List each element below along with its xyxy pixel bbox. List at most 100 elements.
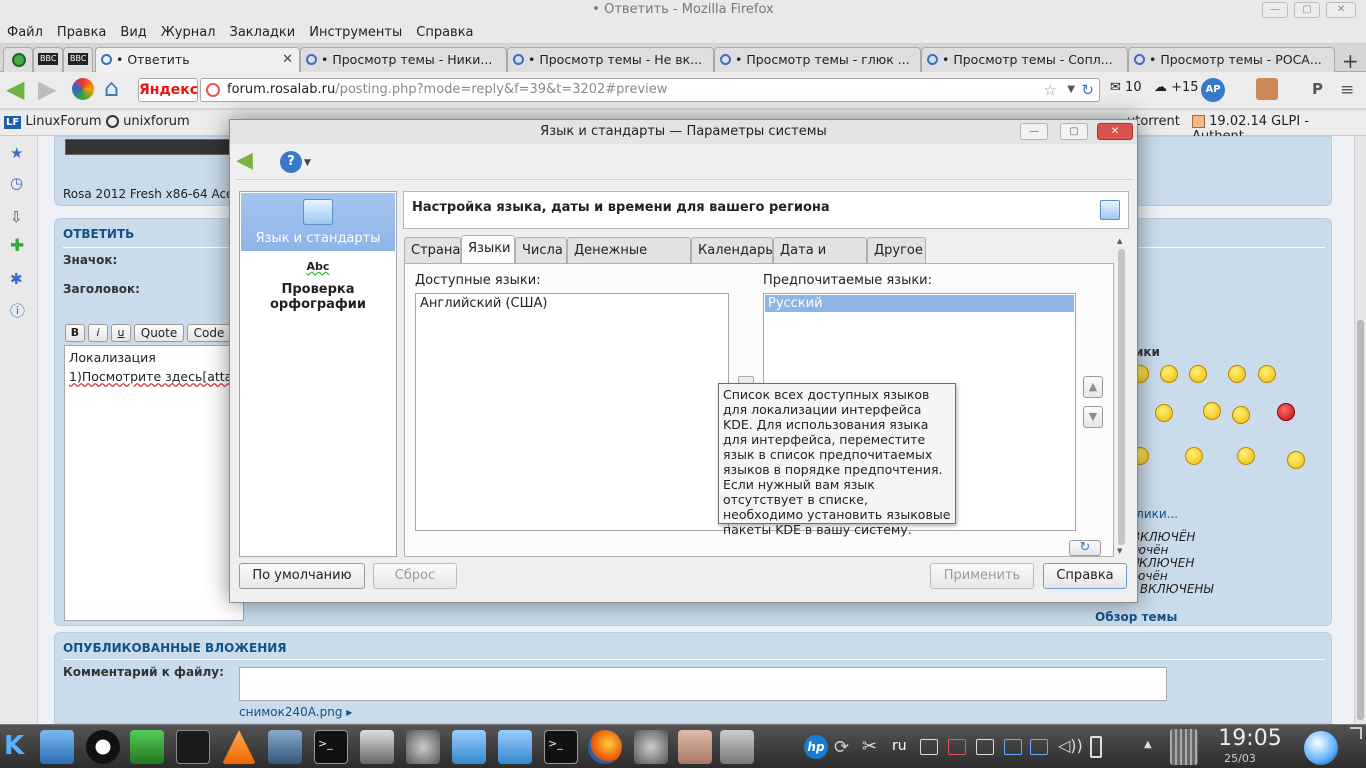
- move-up-button[interactable]: ▲: [1083, 376, 1103, 398]
- app-icon[interactable]: [86, 730, 120, 764]
- help-button[interactable]: Справка: [1043, 563, 1127, 589]
- dialog-minimize-button[interactable]: —: [1020, 123, 1048, 140]
- bookmark-star-icon[interactable]: ★: [10, 144, 23, 162]
- clock-time[interactable]: 19:05: [1212, 725, 1288, 753]
- smiley-icon[interactable]: [1160, 365, 1178, 383]
- bookmark-star-icon[interactable]: ☆: [1044, 79, 1057, 101]
- volume-icon[interactable]: ◁)): [1058, 736, 1083, 755]
- tab-pinned-green[interactable]: [3, 47, 33, 72]
- forward-arrow-icon[interactable]: ▶: [38, 77, 56, 101]
- ksysguard-icon[interactable]: [268, 730, 302, 764]
- network-icon[interactable]: [976, 739, 994, 755]
- tab-other[interactable]: Другое: [867, 237, 926, 263]
- droplet-icon[interactable]: [1304, 731, 1338, 765]
- dialog-scrollbar[interactable]: ▲ ▼: [1117, 237, 1127, 557]
- back-arrow-icon[interactable]: ◀: [236, 150, 253, 172]
- tab-date-time[interactable]: Дата и время: [773, 237, 867, 283]
- network-icon[interactable]: [1004, 739, 1022, 755]
- menu-file[interactable]: Файл: [0, 22, 50, 43]
- addons-icon[interactable]: ✚: [10, 236, 24, 256]
- underline-button[interactable]: u: [111, 324, 131, 342]
- yandex-search-button[interactable]: Яндекс: [138, 78, 198, 102]
- extension-icon[interactable]: [1256, 78, 1278, 100]
- devil-smiley-icon[interactable]: [1277, 403, 1295, 421]
- network-icon[interactable]: [1030, 739, 1048, 755]
- scroll-up-arrow-icon[interactable]: ▲: [1117, 237, 1122, 245]
- bold-button[interactable]: B: [65, 324, 85, 342]
- menu-view[interactable]: Вид: [113, 22, 153, 43]
- network-icon[interactable]: [360, 730, 394, 764]
- network-icon[interactable]: [920, 739, 938, 755]
- reload-icon[interactable]: ↻: [1081, 79, 1094, 101]
- tab-topic-1[interactable]: • Просмотр темы - Ники...: [300, 47, 507, 72]
- trash-icon[interactable]: [1170, 729, 1198, 765]
- move-down-button[interactable]: ▼: [1083, 406, 1103, 428]
- smiley-icon[interactable]: [1185, 447, 1203, 465]
- dialog-close-button[interactable]: ✕: [1097, 123, 1133, 140]
- topic-review-link[interactable]: Обзор темы: [1095, 610, 1177, 624]
- addon-icon[interactable]: [72, 78, 94, 100]
- settings-icon[interactable]: [634, 730, 668, 764]
- tab-pinned-bbc-1[interactable]: BBC: [33, 47, 63, 72]
- kde-menu-icon[interactable]: K: [4, 731, 24, 761]
- tab-calendar[interactable]: Календарь: [691, 237, 773, 263]
- new-tab-plus-icon[interactable]: +: [1342, 49, 1359, 73]
- menu-help[interactable]: Справка: [409, 22, 480, 43]
- weather-widget[interactable]: ☁ +15: [1154, 80, 1199, 95]
- package-installer-icon[interactable]: [678, 730, 712, 764]
- reset-button[interactable]: Сброс: [373, 563, 457, 589]
- mail-widget[interactable]: ✉ 10: [1110, 80, 1142, 95]
- pocket-icon[interactable]: P: [1312, 80, 1323, 98]
- panel-corner-icon[interactable]: [1350, 727, 1362, 739]
- download-icon[interactable]: ⇩: [10, 208, 23, 226]
- list-item[interactable]: Английский (США): [416, 294, 728, 313]
- menu-icon[interactable]: ≡: [1340, 80, 1354, 100]
- close-button[interactable]: ✕: [1326, 2, 1356, 18]
- tab-topic-2[interactable]: • Просмотр темы - Не вк...: [507, 47, 714, 72]
- tab-country[interactable]: Страна: [404, 237, 461, 263]
- cool-smiley-icon[interactable]: [1258, 365, 1276, 383]
- tab-money[interactable]: Денежные суммы: [567, 237, 691, 283]
- tab-topic-4[interactable]: • Просмотр темы - Сопл...: [921, 47, 1128, 72]
- maximize-button[interactable]: ▢: [1294, 2, 1320, 18]
- bookmark-linuxforum[interactable]: LF LinuxForum: [4, 114, 102, 129]
- terminal-icon[interactable]: >_: [544, 730, 578, 764]
- help-icon[interactable]: ?: [280, 151, 302, 173]
- reset-languages-button[interactable]: ↻: [1069, 540, 1101, 556]
- smiley-icon[interactable]: [1155, 404, 1173, 422]
- defaults-button[interactable]: По умолчанию: [239, 563, 365, 589]
- italic-button[interactable]: i: [88, 324, 108, 342]
- screenshot-icon[interactable]: [720, 730, 754, 764]
- smiley-icon[interactable]: [1203, 402, 1221, 420]
- terminal-icon[interactable]: >_: [314, 730, 348, 764]
- back-arrow-icon[interactable]: ◀: [6, 77, 24, 101]
- message-textarea[interactable]: Локализация 1)Посмотрите здесь[attach: [64, 345, 247, 621]
- tray-expand-arrow-icon[interactable]: ▲: [1144, 739, 1152, 750]
- tab-languages[interactable]: Языки: [461, 235, 515, 264]
- file-comment-input[interactable]: [239, 667, 1167, 701]
- available-languages-list[interactable]: Английский (США): [415, 293, 729, 531]
- hp-icon[interactable]: hp: [804, 735, 828, 759]
- sidebar-item-locale[interactable]: Язык и стандарты: [241, 193, 395, 251]
- scissors-icon[interactable]: ✂: [862, 736, 877, 757]
- close-tab-icon[interactable]: ✕: [282, 48, 293, 71]
- site-identity-icon[interactable]: [206, 83, 220, 97]
- menu-edit[interactable]: Правка: [50, 22, 113, 43]
- files-icon[interactable]: [452, 730, 486, 764]
- smiley-icon[interactable]: [1228, 365, 1246, 383]
- info-icon[interactable]: ⓘ: [10, 300, 25, 321]
- minimize-button[interactable]: —: [1262, 2, 1288, 18]
- tab-pinned-bbc-2[interactable]: BBC: [63, 47, 93, 72]
- files-icon[interactable]: [498, 730, 532, 764]
- home-icon[interactable]: ⌂: [104, 76, 119, 100]
- adblock-icon[interactable]: AP: [1201, 78, 1225, 102]
- smiley-icon[interactable]: [1237, 447, 1255, 465]
- tab-topic-5[interactable]: • Просмотр темы - РОСА...: [1128, 47, 1335, 72]
- attachment-link[interactable]: снимок240A.png ▸: [239, 705, 352, 719]
- tab-reply[interactable]: • Ответить ✕: [95, 47, 300, 72]
- bookmark-unixforum[interactable]: unixforum: [106, 114, 190, 129]
- menu-tools[interactable]: Инструменты: [302, 22, 409, 43]
- apply-button[interactable]: Применить: [930, 563, 1034, 589]
- network-disconnected-icon[interactable]: [948, 739, 966, 755]
- menu-history[interactable]: Журнал: [154, 22, 223, 43]
